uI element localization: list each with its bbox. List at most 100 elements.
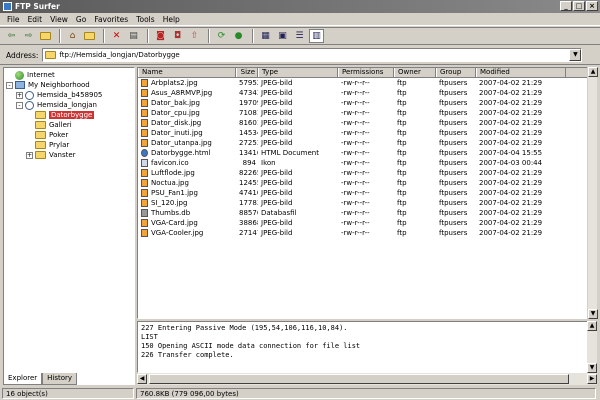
file-row[interactable]: Dator_inuti.jpg 145343JPEG-bild -rw-r--r--…	[138, 128, 596, 138]
expand-icon[interactable]: +	[26, 151, 33, 159]
details-view-icon[interactable]: ▥	[309, 29, 324, 43]
column-owner[interactable]: Owner	[394, 68, 436, 77]
stop-icon[interactable]: ●	[231, 29, 246, 43]
upload-icon[interactable]: ⇧	[187, 29, 202, 43]
tree-node[interactable]: Datorbygge	[6, 110, 134, 120]
disconnect-icon[interactable]: ◘	[170, 29, 185, 43]
file-size: 27147	[239, 229, 258, 237]
tree-node[interactable]: - Hemsida_longjan	[6, 100, 134, 110]
file-name-label: Dator_disk.jpg	[151, 119, 202, 127]
tree-node[interactable]: Prylar	[6, 140, 134, 150]
expand-icon[interactable]: +	[16, 91, 23, 99]
collapse-icon[interactable]: -	[16, 101, 23, 109]
log-scroll-up-icon[interactable]: ▲	[587, 321, 597, 331]
large-icons-icon[interactable]: ▦	[258, 29, 273, 43]
connect-icon[interactable]: ◙	[153, 29, 168, 43]
file-row[interactable]: PSU_Fan1.jpg 47410JPEG-bild -rw-r--r-- ftp f…	[138, 188, 596, 198]
up-folder-icon[interactable]	[38, 29, 53, 43]
file-row[interactable]: VGA-Card.jpg 38868JPEG-bild -rw-r--r-- ftp f…	[138, 218, 596, 228]
file-row[interactable]: Luftflode.jpg 82265JPEG-bild -rw-r--r-- ftp…	[138, 168, 596, 178]
file-list-scrollbar[interactable]: ▲ ▼	[587, 67, 598, 319]
file-row[interactable]: Dator_disk.jpg 81601JPEG-bild -rw-r--r-- ft…	[138, 118, 596, 128]
file-row[interactable]: favicon.ico 894 Ikon -rw-r--r-- ftp ftpusers 2…	[138, 158, 596, 168]
horizontal-scrollbar[interactable]: ◀ ▶	[137, 373, 597, 385]
log-scroll-down-icon[interactable]: ▼	[587, 363, 597, 373]
file-row[interactable]: Asus_A8RMVP.jpg 47343JPEG-bild -rw-r--r-- f…	[138, 88, 596, 98]
file-name: Dator_cpu.jpg	[138, 109, 236, 117]
close-button[interactable]: ×	[586, 1, 598, 11]
log-scrollbar[interactable]: ▲ ▼	[587, 321, 597, 373]
file-row[interactable]: Dator_cpu.jpg 71081JPEG-bild -rw-r--r-- ftp…	[138, 108, 596, 118]
file-perm: -rw-r--r--	[341, 89, 370, 97]
file-row[interactable]: Dator_bak.jpg 19709JPEG-bild -rw-r--r-- ftp…	[138, 98, 596, 108]
new-folder-icon[interactable]	[82, 29, 97, 43]
column-name[interactable]: Name	[138, 68, 236, 77]
file-group: ftpusers	[439, 99, 468, 107]
file-row[interactable]: VGA-Cooler.jpg 27147JPEG-bild -rw-r--r-- ft…	[138, 228, 596, 238]
scroll-down-icon[interactable]: ▼	[588, 309, 598, 319]
tree-node[interactable]: Poker	[6, 130, 134, 140]
tree-node[interactable]: + Hemsida_b458905	[6, 90, 134, 100]
file-row[interactable]: Datorbygge.html 13416HTML Document -rw-r--…	[138, 148, 596, 158]
menu-edit[interactable]: Edit	[24, 15, 47, 24]
file-row[interactable]: Arbplats2.jpg 57952JPEG-bild -rw-r--r-- ftp…	[138, 78, 596, 88]
scroll-right-icon[interactable]: ▶	[587, 374, 597, 384]
toolbar: ⇦ ⇨ ⌂ ✕ ▤ ◙ ◘ ⇧ ⟳ ● ▦ ▣ ☰ ▥	[0, 27, 600, 45]
delete-icon[interactable]: ✕	[109, 29, 124, 43]
menu-view[interactable]: View	[46, 15, 72, 24]
file-name: Arbplats2.jpg	[138, 79, 236, 87]
tree-node-label: My Neighborhood	[28, 81, 90, 89]
back-icon[interactable]: ⇦	[4, 29, 19, 43]
column-size[interactable]: Size	[236, 68, 258, 77]
menu-help[interactable]: Help	[159, 15, 184, 24]
small-icons-icon[interactable]: ▣	[275, 29, 290, 43]
file-perm: -rw-r--r--	[341, 179, 370, 187]
file-modified: 2007-04-02 21:29	[479, 179, 543, 187]
list-view-icon[interactable]: ☰	[292, 29, 307, 43]
address-dropdown-icon[interactable]: ▼	[569, 49, 582, 61]
log-panel: 227 Entering Passive Mode (195,54,106,11…	[137, 321, 597, 373]
collapse-icon[interactable]: -	[6, 81, 13, 89]
file-row[interactable]: Thumbs.db 88576Databasfil -rw-r--r-- ftp ftp…	[138, 208, 596, 218]
file-row[interactable]: Dator_utanpa.jpg 27253JPEG-bild -rw-r--r--…	[138, 138, 596, 148]
forward-icon[interactable]: ⇨	[21, 29, 36, 43]
menu-favorites[interactable]: Favorites	[90, 15, 132, 24]
image-file-icon	[141, 89, 148, 97]
tab-history[interactable]: History	[42, 373, 78, 385]
file-owner: ftp	[397, 89, 407, 97]
column-type[interactable]: Type	[258, 68, 338, 77]
maximize-button[interactable]: □	[573, 1, 585, 11]
tree-node[interactable]: - My Neighborhood	[6, 80, 134, 90]
refresh-icon[interactable]: ⟳	[214, 29, 229, 43]
tab-explorer[interactable]: Explorer	[3, 373, 43, 385]
file-name-label: Luftflode.jpg	[151, 169, 195, 177]
image-file-icon	[141, 79, 148, 87]
tree-node[interactable]: Galleri	[6, 120, 134, 130]
file-group: ftpusers	[439, 89, 468, 97]
scroll-up-icon[interactable]: ▲	[588, 67, 598, 77]
home-icon[interactable]: ⌂	[65, 29, 80, 43]
column-group[interactable]: Group	[436, 68, 476, 77]
file-name-label: Datorbygge.html	[151, 149, 211, 157]
file-row[interactable]: Noctua.jpg 12455JPEG-bild -rw-r--r-- ftp ftp…	[138, 178, 596, 188]
scroll-thumb[interactable]	[149, 374, 569, 384]
menu-tools[interactable]: Tools	[132, 15, 158, 24]
minimize-button[interactable]: _	[560, 1, 572, 11]
file-group: ftpusers	[439, 79, 468, 87]
menu-go[interactable]: Go	[72, 15, 90, 24]
tree-node-label: Datorbygge	[49, 111, 95, 119]
tree-node[interactable]: Internet	[6, 70, 134, 80]
folder-icon	[35, 141, 46, 149]
file-name: Noctua.jpg	[138, 179, 236, 187]
file-type: HTML Document	[261, 149, 319, 157]
file-modified: 2007-04-02 21:29	[479, 119, 543, 127]
file-row[interactable]: SI_120.jpg 17783JPEG-bild -rw-r--r-- ftp ftp…	[138, 198, 596, 208]
address-input[interactable]: ftp://Hemsida_longjan/Datorbygge ▼	[42, 48, 583, 62]
file-type: JPEG-bild	[261, 189, 293, 197]
scroll-left-icon[interactable]: ◀	[137, 374, 147, 384]
properties-icon[interactable]: ▤	[126, 29, 141, 43]
menu-file[interactable]: File	[3, 15, 24, 24]
tree-node[interactable]: + Vanster	[6, 150, 134, 160]
column-modified[interactable]: Modified	[476, 68, 566, 77]
column-permissions[interactable]: Permissions	[338, 68, 394, 77]
